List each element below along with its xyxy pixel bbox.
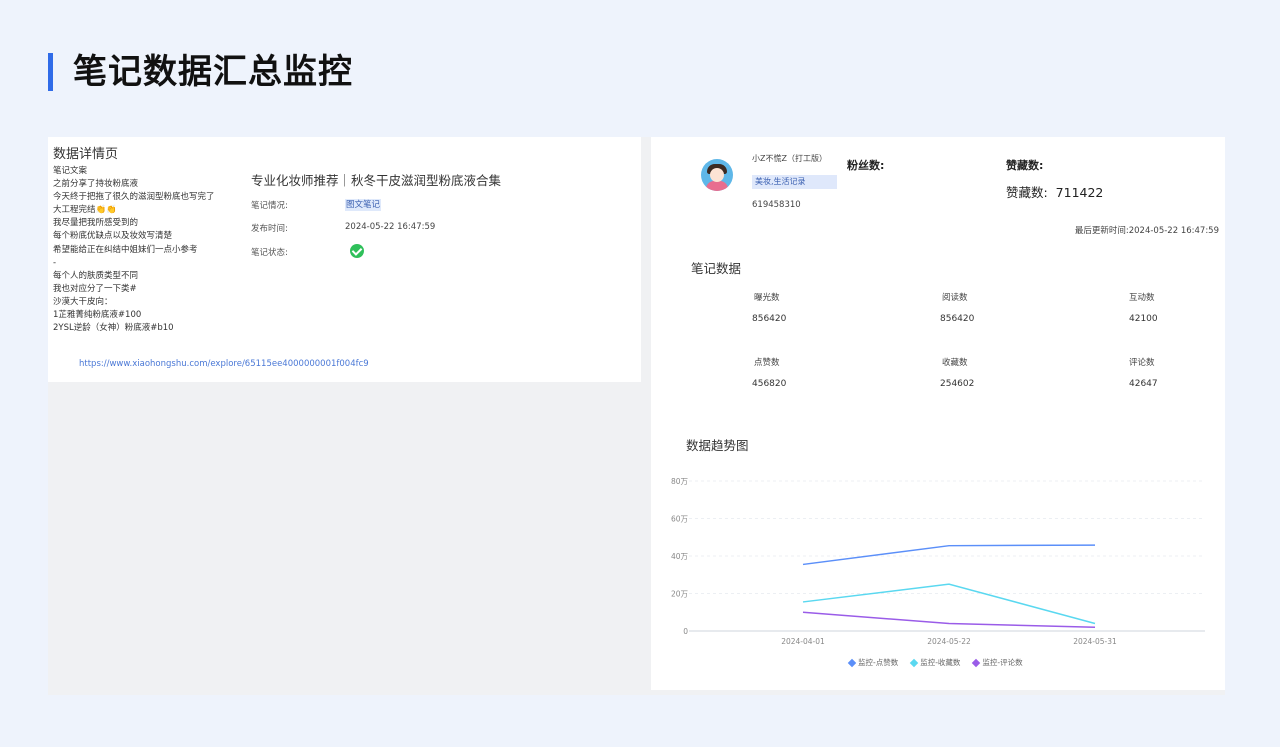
trend-title: 数据趋势图 [686, 438, 749, 453]
stat-label: 收藏数 [942, 358, 968, 368]
series-line [802, 544, 1096, 566]
legend-label: 监控-评论数 [982, 658, 1023, 667]
content-line: 每个人的肤质类型不同 [53, 270, 139, 281]
legend-item[interactable]: 监控-收藏数 [909, 657, 961, 668]
legend-item[interactable]: 监控-点赞数 [847, 657, 899, 668]
stat-value: 42647 [1129, 379, 1158, 389]
title-accent-bar [48, 53, 53, 91]
stat-value: 42100 [1129, 314, 1158, 324]
content-line: 1芷雅菁纯粉底液#100 [53, 310, 142, 321]
likes-total-value: 711422 [1055, 185, 1104, 200]
content-line: 我也对应分了一下类# [53, 283, 137, 294]
detail-card-title: 数据详情页 [53, 147, 119, 162]
user-id: 619458310 [752, 200, 801, 210]
legend-item[interactable]: 监控-评论数 [972, 657, 1023, 668]
legend-label: 监控-收藏数 [920, 658, 961, 667]
situation-label: 笔记情况: [251, 201, 288, 211]
stats-title: 笔记数据 [691, 261, 742, 276]
check-circle-icon [350, 244, 364, 258]
content-line: 希望能给正在纠结中姐妹们一点小参考 [53, 244, 198, 255]
series-line [802, 611, 1096, 628]
user-tags: 美妆,生活记录 [752, 175, 837, 189]
x-tick-label: 2024-05-31 [1073, 637, 1117, 646]
stat-value: 254602 [940, 379, 975, 389]
likes-label: 赞藏数: [1006, 159, 1044, 172]
y-tick-label: 40万 [671, 552, 689, 561]
user-name: 小Z不慌Z（打工版） [752, 154, 827, 163]
note-link[interactable]: https://www.xiaohongshu.com/explore/6511… [79, 359, 369, 369]
x-tick-label: 2024-04-01 [781, 637, 825, 646]
stat-value: 856420 [752, 314, 787, 324]
publish-label: 发布时间: [251, 224, 288, 234]
content-line: 每个粉底优缺点以及妆效写清楚 [53, 231, 173, 242]
content-line: 之前分享了持妆粉底液 [53, 179, 139, 190]
stat-label: 曝光数 [754, 293, 780, 303]
status-label: 笔记状态: [251, 248, 288, 258]
series-line [802, 583, 1096, 625]
stat-label: 互动数 [1129, 293, 1155, 303]
legend-label: 监控-点赞数 [858, 658, 899, 667]
situation-value: 图文笔记 [345, 198, 382, 211]
note-type-tag: 图文笔记 [345, 199, 382, 211]
updated-value: 2024-05-22 16:47:59 [1128, 226, 1219, 236]
publish-value: 2024-05-22 16:47:59 [345, 222, 436, 232]
content-line: 今天终于把拖了很久的滋润型粉底也写完了 [53, 192, 215, 203]
updated-label: 最后更新时间: [1074, 226, 1129, 236]
avatar [701, 159, 733, 191]
content-line: 2YSL逆龄（女神）粉底液#b10 [53, 323, 174, 334]
trend-chart: 0 20万 40万 60万 80万 2024-04-01 2024-05-22 2024-05… [671, 477, 1205, 646]
x-tick-label: 2024-05-22 [927, 637, 971, 646]
content-line: 笔记文案 [53, 166, 88, 176]
chart-legend: 监控-点赞数 监控-收藏数 监控-评论数 [847, 657, 1023, 668]
legend-marker-icon [972, 658, 981, 667]
y-tick-label: 20万 [671, 590, 689, 599]
note-detail-card: 数据详情页 笔记文案 之前分享了持妆粉底液 今天终于把拖了很久的滋润型粉底也写完… [48, 137, 641, 382]
content-line: 我尽量把我所感受到的 [53, 218, 139, 229]
legend-marker-icon [909, 658, 919, 667]
likes-total: 赞藏数: 711422 [1006, 182, 1103, 201]
account-card: 小Z不慌Z（打工版） 美妆,生活记录 619458310 粉丝数: 赞藏数: 赞… [651, 137, 1225, 690]
stat-label: 评论数 [1129, 358, 1155, 368]
likes-total-label: 赞藏数: [1006, 185, 1048, 200]
content-line: - [53, 257, 57, 268]
stat-label: 点赞数 [754, 358, 780, 368]
y-tick-label: 60万 [671, 515, 689, 524]
content-line: 沙漠大干皮向： [53, 296, 113, 307]
last-updated: 最后更新时间:2024-05-22 16:47:59 [1075, 224, 1219, 236]
stat-value: 456820 [752, 379, 787, 389]
y-tick-label: 0 [683, 627, 688, 636]
page-title: 笔记数据汇总监控 [73, 52, 353, 92]
note-headline: 专业化妆师推荐｜秋冬干皮滋润型粉底液合集 [251, 173, 502, 188]
note-content: 笔记文案 之前分享了持妆粉底液 今天终于把拖了很久的滋润型粉底也写完了 大工程完… [53, 165, 243, 335]
y-tick-label: 80万 [671, 477, 689, 486]
stat-label: 阅读数 [942, 293, 968, 303]
legend-marker-icon [847, 658, 857, 667]
fans-label: 粉丝数: [847, 159, 885, 172]
stat-value: 856420 [940, 314, 975, 324]
content-line: 大工程完结👏👏 [53, 205, 117, 216]
